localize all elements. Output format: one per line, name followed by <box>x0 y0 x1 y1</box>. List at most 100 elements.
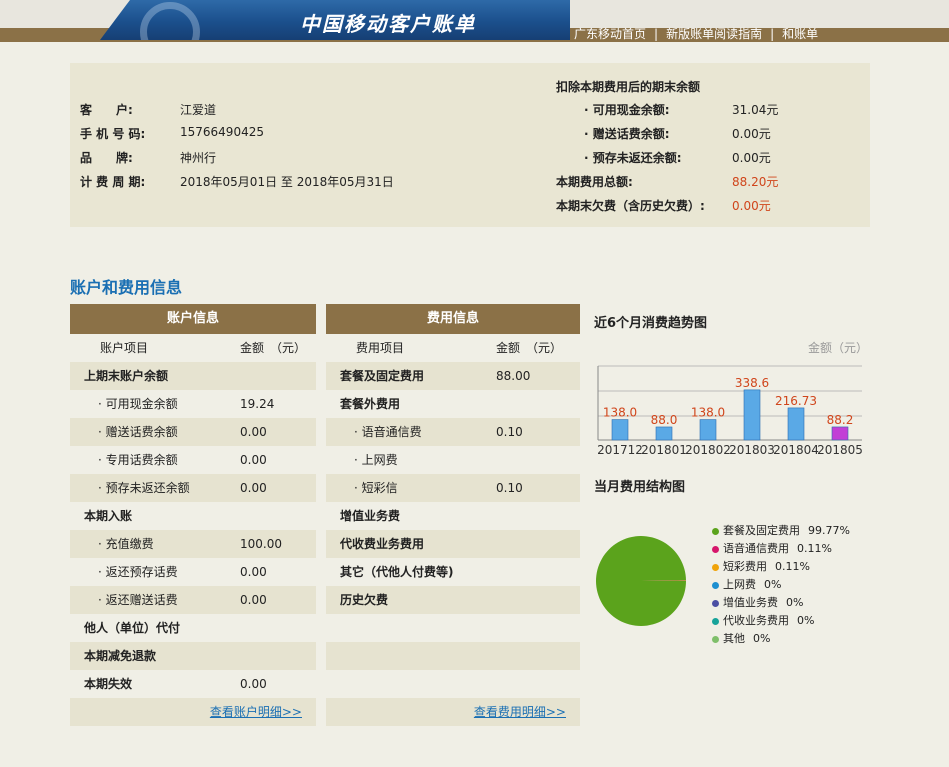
owed-value: 0.00元 <box>732 199 771 213</box>
legend-item: 代收业务费用 0% <box>712 612 850 630</box>
legend-item: 语音通信费用 0.11% <box>712 540 850 558</box>
gift-balance-label: · 赠送话费余额: <box>584 127 670 141</box>
period-label: 计 费 周 期: <box>80 175 146 189</box>
legend-label: 其他 <box>723 632 745 645</box>
fee-footer: 查看费用明细>> <box>326 698 580 726</box>
fee-row-label: · 上网费 <box>354 453 398 467</box>
legend-dot-icon <box>712 599 719 607</box>
total-fee-label: 本期费用总额: <box>556 175 633 189</box>
prepay-balance-label: · 预存未返还余额: <box>584 151 682 165</box>
section-title: 账户和费用信息 <box>70 278 183 297</box>
trend-bar-201802 <box>699 419 717 441</box>
trend-bar-201801 <box>655 426 673 441</box>
fee-row: 增值业务费 <box>326 502 580 530</box>
fee-row: · 语音通信费 0.10 <box>326 418 580 446</box>
account-row-amount: 0.00 <box>240 453 267 467</box>
account-row: · 可用现金余额 19.24 <box>70 390 316 418</box>
fee-row <box>326 670 580 698</box>
prepay-balance-value: 0.00元 <box>732 151 771 165</box>
account-row: · 返还预存话费 0.00 <box>70 558 316 586</box>
account-row-label: 本期失效 <box>84 677 133 691</box>
legend-item: 增值业务费 0% <box>712 594 850 612</box>
account-footer: 查看账户明细>> <box>70 698 316 726</box>
fee-table-header: 费用信息 <box>326 304 580 334</box>
trend-bar-201712 <box>611 419 629 441</box>
cash-balance-value: 31.04元 <box>732 103 779 117</box>
account-table-header: 账户信息 <box>70 304 316 334</box>
nav-separator: | <box>654 27 659 41</box>
nav-bill-guide[interactable]: 新版账单阅读指南 <box>666 27 762 41</box>
account-row-label: · 充值缴费 <box>98 537 154 551</box>
page-title: 中国移动客户账单 <box>300 12 476 36</box>
fee-row-label: · 语音通信费 <box>354 425 422 439</box>
fee-row-label: 其它（代他人付费等) <box>340 565 454 579</box>
account-row: 本期失效 0.00 <box>70 670 316 698</box>
account-row-label: · 赠送话费余额 <box>98 425 178 439</box>
account-row-label: · 专用话费余额 <box>98 453 178 467</box>
balance-heading: 扣除本期费用后的期末余额 <box>556 80 701 94</box>
trend-x-tick-label: 201803 <box>729 443 775 457</box>
account-table: 账户信息 账户项目 金额 （元） 上期末账户余额 · 可用现金余额 19.24 · 赠… <box>70 304 316 726</box>
legend-percent: 0% <box>786 596 804 609</box>
trend-value-label: 88.2 <box>827 413 854 427</box>
account-row-label: · 可用现金余额 <box>98 397 178 411</box>
legend-item: 上网费 0% <box>712 576 850 594</box>
trend-x-tick-label: 201801 <box>641 443 687 457</box>
legend-percent: 0.11% <box>775 560 810 573</box>
fee-row: · 上网费 <box>326 446 580 474</box>
account-row: 他人（单位）代付 <box>70 614 316 642</box>
account-row: · 专用话费余额 0.00 <box>70 446 316 474</box>
legend-label: 套餐及固定费用 <box>723 524 800 537</box>
account-row: · 充值缴费 100.00 <box>70 530 316 558</box>
nav-gd-mobile-home[interactable]: 广东移动首页 <box>574 27 646 41</box>
account-row: 上期末账户余额 <box>70 362 316 390</box>
view-account-detail-link[interactable]: 查看账户明细>> <box>210 705 302 719</box>
fee-row: 代收费业务费用 <box>326 530 580 558</box>
trend-value-label: 138.0 <box>603 406 637 420</box>
account-row-label: · 返还赠送话费 <box>98 593 178 607</box>
legend-percent: 99.77% <box>808 524 850 537</box>
legend-percent: 0.11% <box>797 542 832 555</box>
col-header-amount: 金额 （元） <box>496 341 563 355</box>
account-row-amount: 0.00 <box>240 677 267 691</box>
fee-row-label: 代收费业务费用 <box>340 537 425 551</box>
fee-row: 历史欠费 <box>326 586 580 614</box>
trend-chart-title: 近6个月消费趋势图 <box>594 316 708 331</box>
account-row-amount: 0.00 <box>240 565 267 579</box>
trend-bar-201805 <box>831 426 849 441</box>
account-row: 本期减免退款 <box>70 642 316 670</box>
fee-row-label: 套餐及固定费用 <box>340 369 425 383</box>
trend-chart: 138.0 201712 88.0 201801 138.0 201802 338.6 201… <box>597 365 863 457</box>
legend-percent: 0% <box>764 578 782 591</box>
legend-label: 上网费 <box>723 578 756 591</box>
fee-row: · 短彩信 0.10 <box>326 474 580 502</box>
structure-pie-chart <box>596 536 686 627</box>
trend-bar-201804 <box>787 407 805 441</box>
account-row-label: · 预存未返还余额 <box>98 481 190 495</box>
account-row-amount: 19.24 <box>240 397 275 411</box>
trend-value-label: 138.0 <box>691 406 725 420</box>
account-row-amount: 0.00 <box>240 481 267 495</box>
gift-balance-value: 0.00元 <box>732 127 771 141</box>
structure-legend: 套餐及固定费用 99.77% 语音通信费用 0.11% 短彩费用 0.11% 上网费 0% 增值… <box>712 522 850 648</box>
owed-label: 本期末欠费（含历史欠费）: <box>556 199 705 213</box>
fee-col-headers: 费用项目 金额 （元） <box>326 334 580 362</box>
nav-he-bill[interactable]: 和账单 <box>782 27 818 41</box>
account-row-label: 他人（单位）代付 <box>84 621 181 635</box>
pie-slice-0 <box>596 536 686 627</box>
trend-x-tick-label: 201802 <box>685 443 731 457</box>
col-header-item: 账户项目 <box>100 341 149 355</box>
trend-unit-label: 金额（元） <box>808 341 869 355</box>
account-row: · 预存未返还余额 0.00 <box>70 474 316 502</box>
fee-row: 套餐及固定费用 88.00 <box>326 362 580 390</box>
view-fee-detail-link[interactable]: 查看费用明细>> <box>474 705 566 719</box>
phone-label: 手 机 号 码: <box>80 127 146 141</box>
brand-label: 品 牌: <box>80 151 133 165</box>
account-row: · 返还赠送话费 0.00 <box>70 586 316 614</box>
legend-item: 其他 0% <box>712 630 850 648</box>
trend-x-tick-label: 201804 <box>773 443 819 457</box>
structure-chart-title: 当月费用结构图 <box>594 480 686 495</box>
fee-row-label: 套餐外费用 <box>340 397 401 411</box>
fee-row-label: · 短彩信 <box>354 481 398 495</box>
china-mobile-logo-icon <box>140 2 200 40</box>
